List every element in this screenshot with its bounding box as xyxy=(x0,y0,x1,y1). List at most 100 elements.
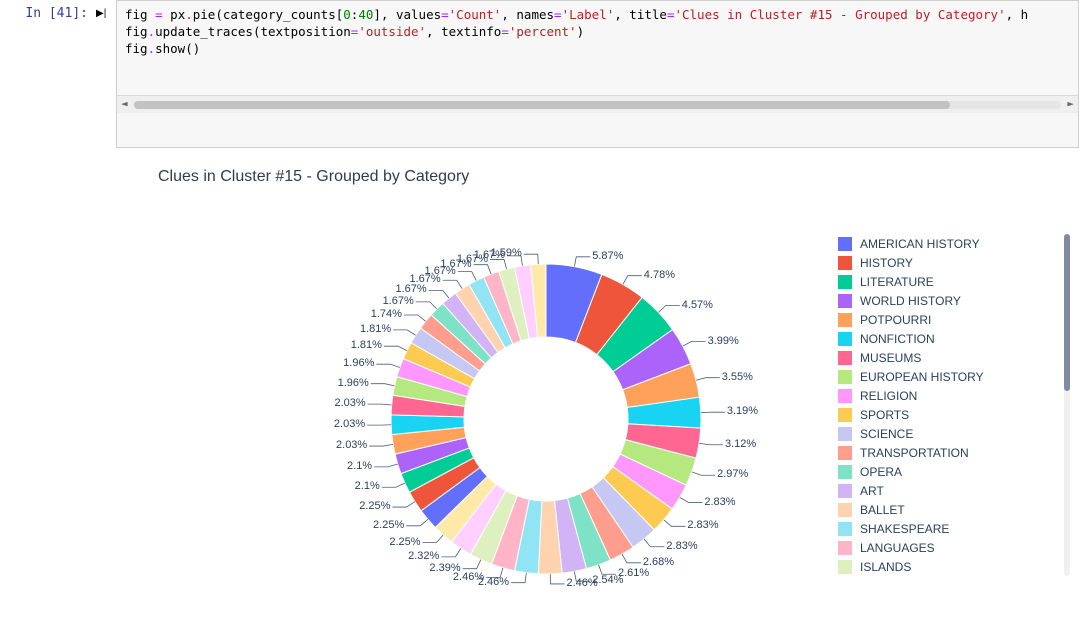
percent-label: 2.1% xyxy=(355,480,380,492)
legend-label: RELIGION xyxy=(860,389,917,403)
code-token: = xyxy=(501,24,509,39)
legend-swatch xyxy=(838,313,852,327)
legend-swatch xyxy=(838,370,852,384)
code-token: 'Count' xyxy=(449,7,502,22)
legend-item[interactable]: WORLD HISTORY xyxy=(838,291,1054,310)
legend-swatch xyxy=(838,408,852,422)
percent-label: 2.03% xyxy=(334,397,365,409)
code-token: 'Clues in Cluster #15 - Grouped by Categ… xyxy=(674,7,1005,22)
donut-chart[interactable]: 5.87%4.78%4.57%3.99%3.55%3.19%3.12%2.97%… xyxy=(296,194,796,644)
percent-label: 2.25% xyxy=(373,519,404,531)
code-token: 40 xyxy=(358,7,373,22)
legend-item[interactable]: EUROPEAN HISTORY xyxy=(838,367,1054,386)
percent-label: 2.46% xyxy=(567,577,598,589)
percent-label: 1.67% xyxy=(383,295,414,307)
legend-label: WORLD HISTORY xyxy=(860,294,961,308)
legend-item[interactable]: LITERATURE xyxy=(838,272,1054,291)
run-cell-icon[interactable]: ▶| xyxy=(96,0,116,148)
legend-item[interactable]: ISLANDS xyxy=(838,557,1054,576)
code-token: show() xyxy=(155,41,200,56)
scroll-right-icon[interactable]: ► xyxy=(1067,97,1074,112)
percent-label: 1.96% xyxy=(343,357,374,369)
code-token: fig xyxy=(125,24,148,39)
legend-item[interactable]: OPERA xyxy=(838,462,1054,481)
legend-label: BALLET xyxy=(860,503,905,517)
code-token: , textinfo xyxy=(426,24,501,39)
legend-label: ART xyxy=(860,484,884,498)
code-token: , names xyxy=(501,7,554,22)
legend-swatch xyxy=(838,522,852,536)
legend-label: TRANSPORTATION xyxy=(860,446,969,460)
percent-label: 2.03% xyxy=(336,439,367,451)
legend-scrollbar[interactable] xyxy=(1064,234,1070,576)
legend-swatch xyxy=(838,332,852,346)
legend-swatch xyxy=(838,389,852,403)
legend-label: LITERATURE xyxy=(860,275,934,289)
percent-label: 3.55% xyxy=(722,371,753,383)
legend-label: HISTORY xyxy=(860,256,913,270)
legend-swatch xyxy=(838,484,852,498)
code-token: fig xyxy=(125,7,155,22)
code-token: ) xyxy=(577,24,585,39)
code-cell: In [41]: ▶| fig = px.pie(category_counts… xyxy=(0,0,1079,148)
percent-label: 2.83% xyxy=(704,496,735,508)
code-token: , title xyxy=(614,7,667,22)
legend-item[interactable]: SHAKESPEARE xyxy=(838,519,1054,538)
code-token: fig xyxy=(125,41,148,56)
percent-label: 2.83% xyxy=(666,540,697,552)
legend-item[interactable]: LANGUAGES xyxy=(838,538,1054,557)
code-token: . xyxy=(185,7,193,22)
legend-swatch xyxy=(838,237,852,251)
code-token: 0 xyxy=(343,7,351,22)
horizontal-scrollbar[interactable]: ◄ ► xyxy=(117,95,1078,113)
legend-label: SHAKESPEARE xyxy=(860,522,949,536)
code-input[interactable]: fig = px.pie(category_counts[0:40], valu… xyxy=(116,0,1079,148)
percent-label: 2.25% xyxy=(389,536,420,548)
code-token: px xyxy=(163,7,186,22)
legend-label: POTPOURRI xyxy=(860,313,931,327)
legend-swatch xyxy=(838,560,852,574)
legend-item[interactable]: ART xyxy=(838,481,1054,500)
legend-swatch xyxy=(838,465,852,479)
scroll-left-icon[interactable]: ◄ xyxy=(121,97,128,112)
scrollbar-thumb[interactable] xyxy=(134,101,950,109)
legend-swatch xyxy=(838,351,852,365)
percent-label: 4.78% xyxy=(644,269,675,281)
legend-item[interactable]: BALLET xyxy=(838,500,1054,519)
legend-label: EUROPEAN HISTORY xyxy=(860,370,984,384)
legend-label: NONFICTION xyxy=(860,332,935,346)
code-token: ], values xyxy=(373,7,441,22)
code-token: . xyxy=(148,24,156,39)
legend-swatch xyxy=(838,446,852,460)
legend-label: SCIENCE xyxy=(860,427,913,441)
legend-item[interactable]: RELIGION xyxy=(838,386,1054,405)
legend-item[interactable]: NONFICTION xyxy=(838,329,1054,348)
scrollbar-track[interactable] xyxy=(134,101,1062,109)
percent-label: 2.97% xyxy=(717,468,748,480)
legend[interactable]: AMERICAN HISTORY HISTORY LITERATURE WORLD H… xyxy=(838,234,1068,576)
percent-label: 2.1% xyxy=(347,460,372,472)
prompt-label: In [41]: xyxy=(0,0,96,148)
chart-output: Clues in Cluster #15 - Grouped by Catego… xyxy=(116,148,1079,638)
legend-swatch xyxy=(838,541,852,555)
percent-label: 1.81% xyxy=(351,339,382,351)
legend-swatch xyxy=(838,256,852,270)
legend-item[interactable]: HISTORY xyxy=(838,253,1054,272)
legend-label: AMERICAN HISTORY xyxy=(860,237,980,251)
legend-item[interactable]: SPORTS xyxy=(838,405,1054,424)
chart-title: Clues in Cluster #15 - Grouped by Catego… xyxy=(158,168,469,186)
percent-label: 2.68% xyxy=(643,556,674,568)
legend-scrollbar-thumb[interactable] xyxy=(1064,234,1070,391)
legend-item[interactable]: TRANSPORTATION xyxy=(838,443,1054,462)
legend-item[interactable]: AMERICAN HISTORY xyxy=(838,234,1054,253)
legend-label: ISLANDS xyxy=(860,560,911,574)
legend-item[interactable]: POTPOURRI xyxy=(838,310,1054,329)
code-token: = xyxy=(441,7,449,22)
legend-swatch xyxy=(838,275,852,289)
code-token: = xyxy=(554,7,562,22)
legend-item[interactable]: SCIENCE xyxy=(838,424,1054,443)
percent-label: 3.99% xyxy=(708,335,739,347)
code-token: . xyxy=(148,41,156,56)
legend-swatch xyxy=(838,503,852,517)
legend-item[interactable]: MUSEUMS xyxy=(838,348,1054,367)
